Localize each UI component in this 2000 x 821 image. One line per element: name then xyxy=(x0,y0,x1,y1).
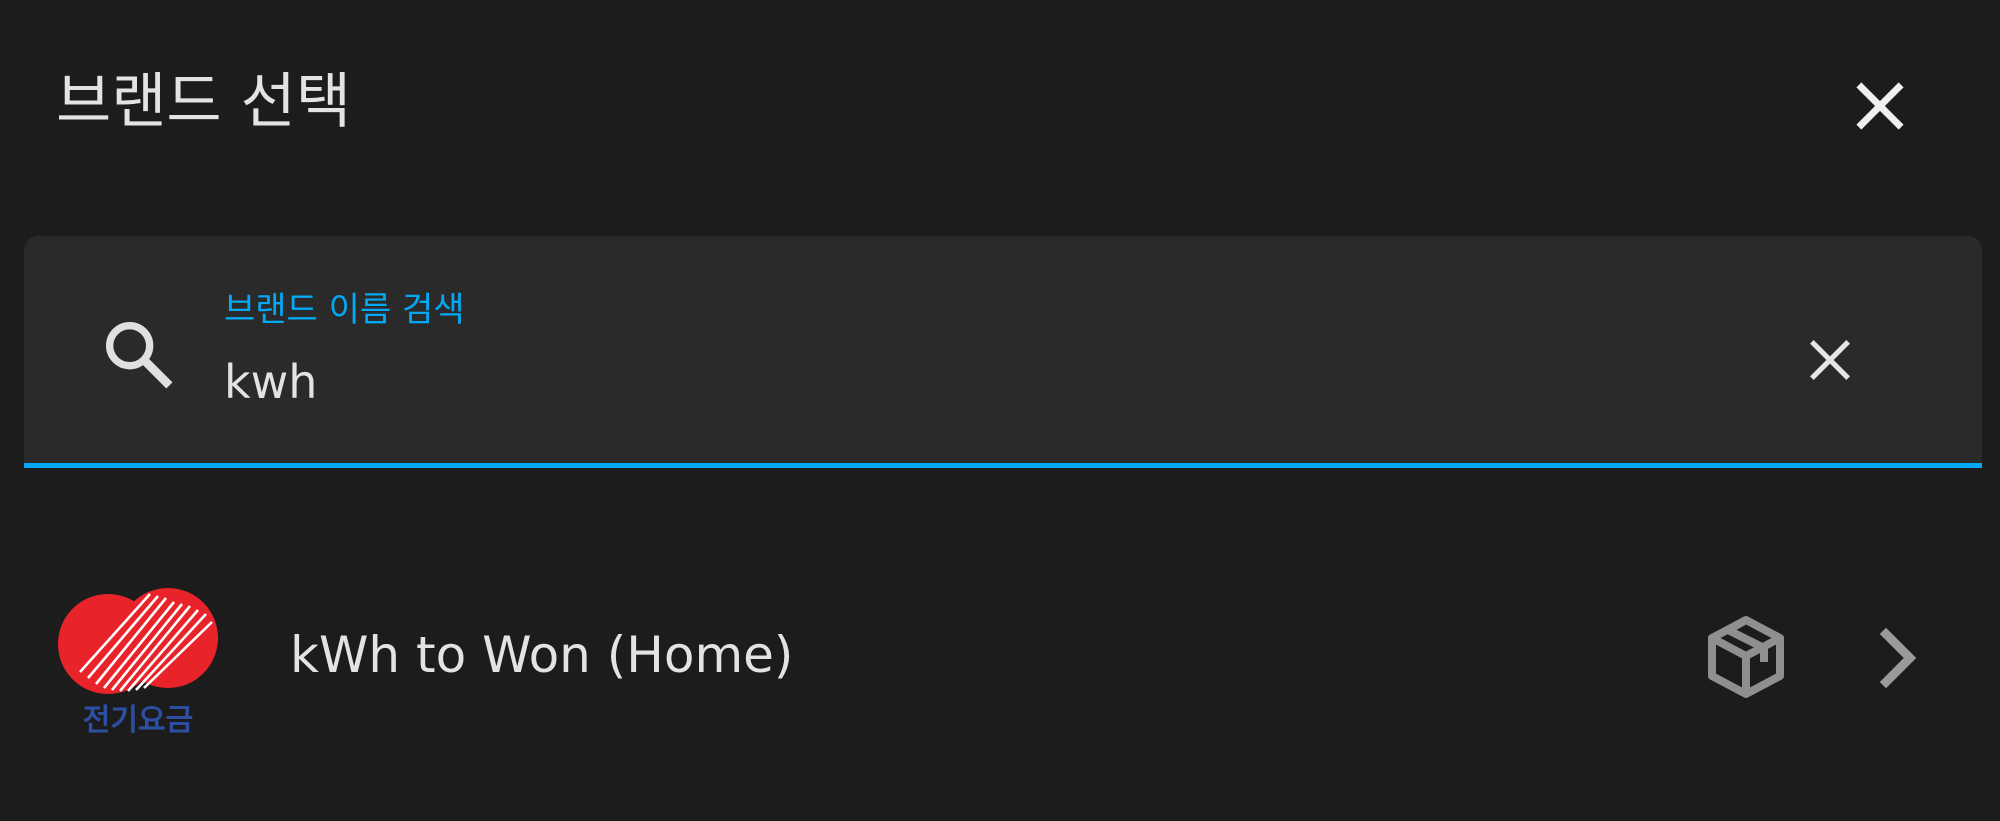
brand-select-dialog: 브랜드 선택 브랜드 이름 검색 kwh 전기요금 kWh to Won (Ho… xyxy=(0,0,2000,821)
search-icon xyxy=(105,322,173,389)
clear-search-button[interactable] xyxy=(1786,316,1874,404)
brand-name: kWh to Won (Home) xyxy=(290,626,794,684)
svg-text:전기요금: 전기요금 xyxy=(83,703,193,738)
brand-logo-icon: 전기요금 xyxy=(58,588,218,738)
close-icon xyxy=(1856,82,1904,130)
chevron-right-icon xyxy=(1879,627,1917,689)
close-dialog-button[interactable] xyxy=(1830,56,1930,156)
search-input-label: 브랜드 이름 검색 xyxy=(224,290,465,330)
clear-icon xyxy=(1810,340,1850,380)
search-input[interactable] xyxy=(224,350,1724,414)
list-item[interactable]: 전기요금 kWh to Won (Home) xyxy=(0,560,2000,750)
dialog-title: 브랜드 선택 xyxy=(56,67,352,137)
custom-integration-box-icon xyxy=(1708,616,1784,698)
